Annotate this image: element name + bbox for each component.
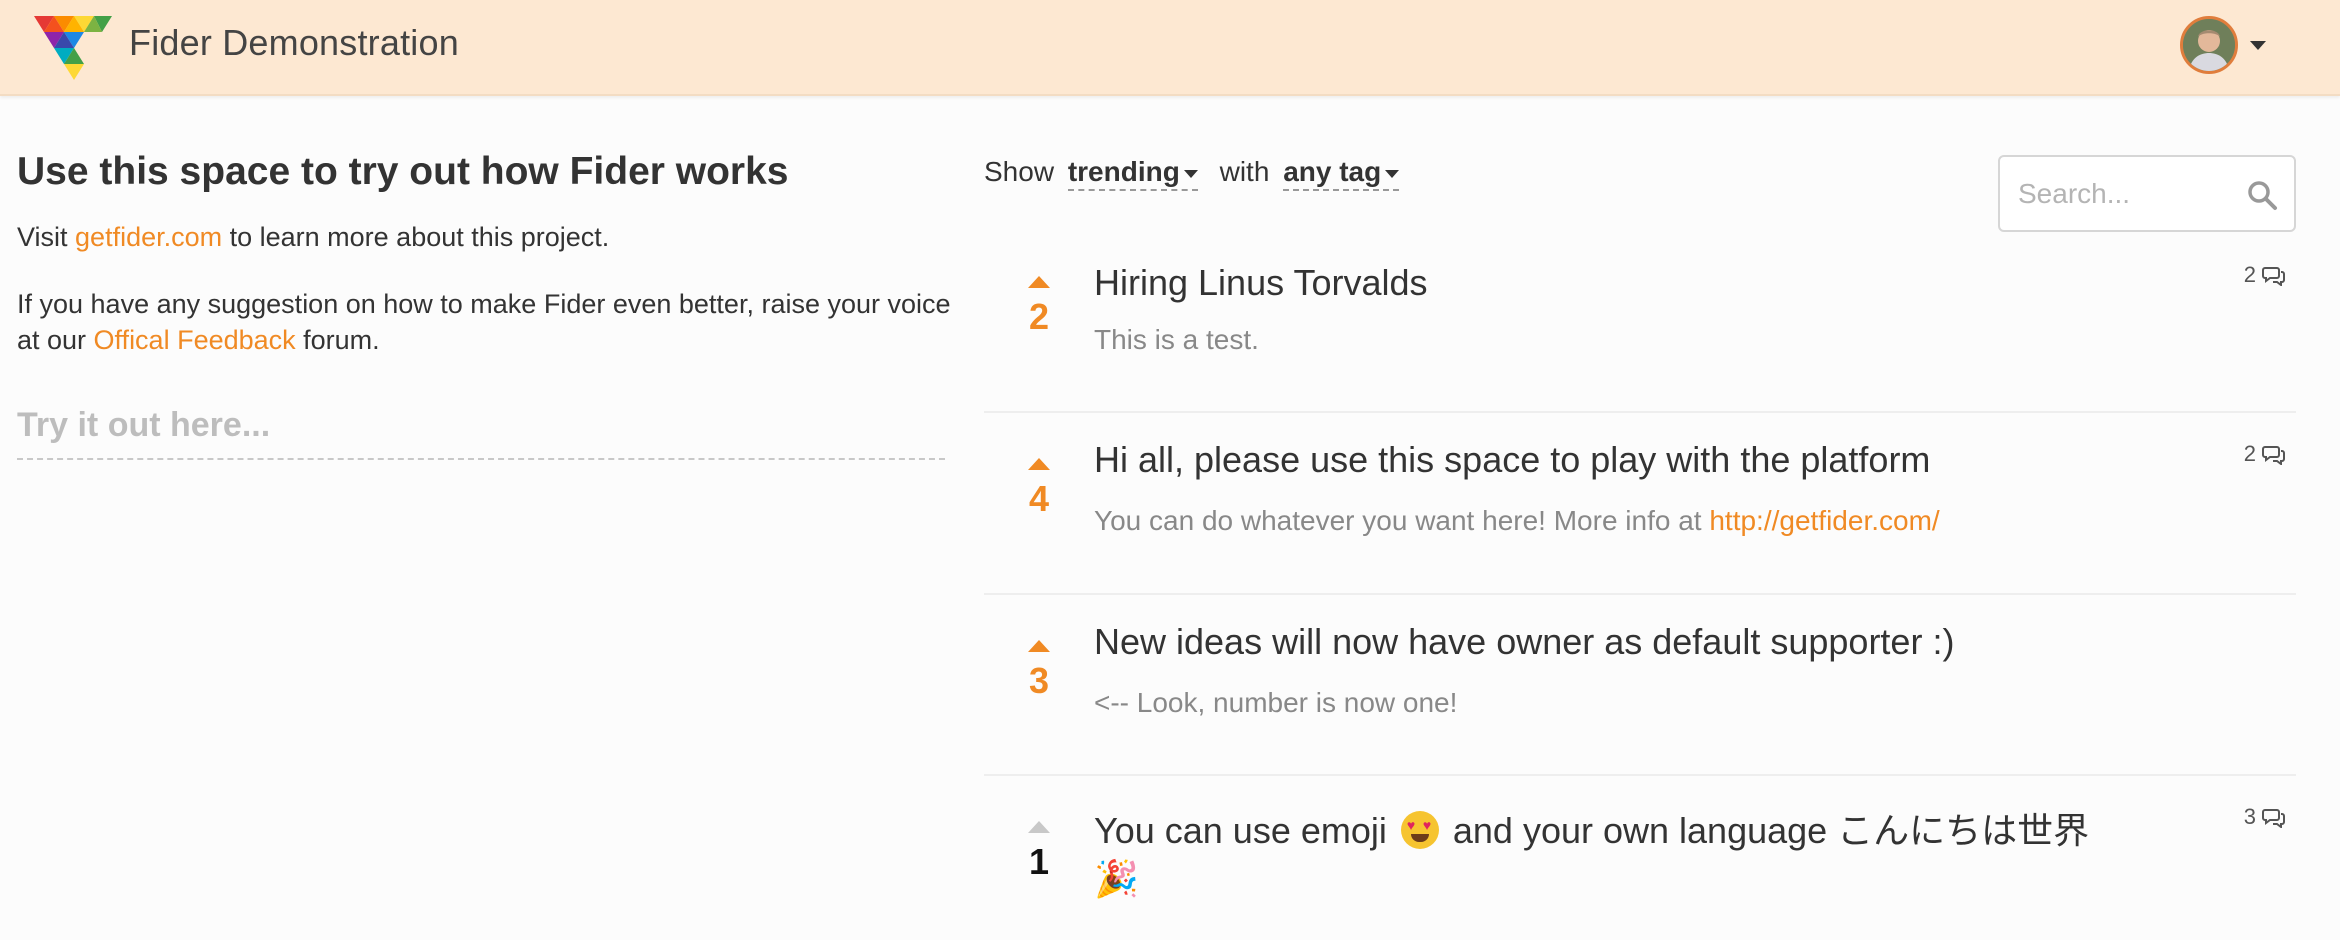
post-item: 2 Hiring Linus Torvalds This is a test. … <box>984 246 2296 413</box>
post-title[interactable]: Hi all, please use this space to play wi… <box>1094 439 1930 481</box>
top-header: Fider Demonstration <box>0 0 2340 96</box>
post-title[interactable]: Hiring Linus Torvalds <box>1094 262 1428 304</box>
upvote-arrow-icon[interactable] <box>1028 458 1050 470</box>
welcome-paragraph-1: Visit getfider.com to learn more about t… <box>17 222 609 253</box>
with-label: with <box>1219 156 1270 187</box>
upvote-arrow-icon[interactable] <box>1028 821 1050 833</box>
post-title-text-2[interactable]: and your own language こんにちは世界 <box>1443 810 2089 851</box>
comments-icon <box>2262 446 2285 467</box>
comment-count-value: 2 <box>2243 441 2256 466</box>
fider-logo-icon[interactable] <box>34 8 112 82</box>
comments-icon <box>2262 267 2285 288</box>
tag-dropdown[interactable]: any tag <box>1283 156 1400 191</box>
post-title[interactable]: You can use emoji ♥ ♥ and your own langua… <box>1094 802 2089 854</box>
view-dropdown[interactable]: trending <box>1067 156 1198 191</box>
post-item: 4 Hi all, please use this space to play … <box>984 413 2296 595</box>
welcome-p1-prefix: Visit <box>17 222 76 252</box>
vote-count: 1 <box>1028 841 1050 882</box>
vote-button[interactable]: 2 <box>1004 276 1074 338</box>
welcome-title: Use this space to try out how Fider work… <box>17 150 789 193</box>
comments-icon <box>2262 809 2285 830</box>
getfider-link[interactable]: getfider.com <box>75 222 222 252</box>
post-description: This is a test. <box>1094 324 1259 355</box>
vote-button[interactable]: 3 <box>1004 640 1074 702</box>
chevron-down-icon[interactable] <box>2250 41 2266 50</box>
vote-count: 2 <box>1028 296 1050 337</box>
post-description: You can do whatever you want here! More … <box>1094 505 1940 537</box>
post-description: <-- Look, number is now one! <box>1094 687 1458 718</box>
chevron-down-icon[interactable] <box>1385 169 1400 178</box>
upvote-arrow-icon[interactable] <box>1028 640 1050 652</box>
post-title-text[interactable]: You can use emoji <box>1094 810 1387 851</box>
user-menu[interactable] <box>2180 16 2270 76</box>
welcome-paragraph-2: If you have any suggestion on how to mak… <box>17 286 957 358</box>
vote-count: 3 <box>1028 660 1050 701</box>
post-item: 3 New ideas will now have owner as defau… <box>984 595 2296 776</box>
site-title[interactable]: Fider Demonstration <box>129 22 459 64</box>
post-item: 1 You can use emoji ♥ ♥ and your own lang… <box>984 776 2296 940</box>
search-icon[interactable] <box>2246 179 2278 211</box>
post-filter: Show trending with any tag <box>984 156 1400 191</box>
comment-count[interactable]: 3 <box>2244 804 2286 830</box>
welcome-p2-suffix: forum. <box>295 325 380 355</box>
welcome-p1-suffix: to learn more about this project. <box>222 222 610 252</box>
user-avatar[interactable] <box>2180 16 2238 74</box>
vote-count: 4 <box>1028 478 1050 519</box>
party-popper-emoji-icon: 🎉 <box>1094 858 1139 899</box>
new-idea-input[interactable] <box>17 392 945 460</box>
post-title[interactable]: New ideas will now have owner as default… <box>1094 621 1954 663</box>
upvote-arrow-icon[interactable] <box>1028 276 1050 288</box>
view-dropdown-value[interactable]: trending <box>1068 156 1180 187</box>
tag-dropdown-value[interactable]: any tag <box>1283 156 1381 187</box>
comment-count[interactable]: 2 <box>2244 262 2286 288</box>
heart-eyes-emoji-icon: ♥ ♥ <box>1400 811 1439 849</box>
post-title-line-2: 🎉 <box>1094 858 1139 900</box>
official-feedback-link[interactable]: Offical Feedback <box>94 325 296 355</box>
vote-button[interactable]: 4 <box>1004 458 1074 520</box>
post-description-link[interactable]: http://getfider.com/ <box>1709 505 1939 536</box>
chevron-down-icon[interactable] <box>1183 169 1198 178</box>
comment-count-value: 2 <box>2243 262 2256 287</box>
post-description-text: You can do whatever you want here! More … <box>1094 505 1710 536</box>
show-label: Show <box>984 156 1055 187</box>
search-box[interactable] <box>1998 155 2296 232</box>
comment-count-value: 3 <box>2243 804 2256 829</box>
search-input[interactable] <box>2018 175 2238 213</box>
comment-count[interactable]: 2 <box>2244 441 2286 467</box>
vote-button[interactable]: 1 <box>1004 821 1074 883</box>
